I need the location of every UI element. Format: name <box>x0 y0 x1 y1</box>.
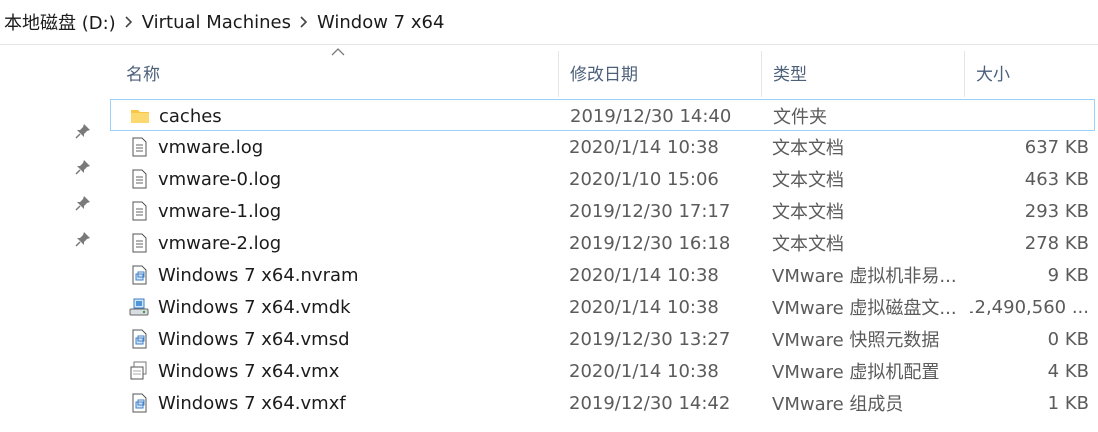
file-name: Windows 7 x64.vmxf <box>158 392 346 414</box>
file-name: Windows 7 x64.nvram <box>158 264 359 286</box>
file-date: 2020/1/14 10:38 <box>569 136 719 158</box>
file-type: 文件夹 <box>773 107 827 128</box>
text-file-icon <box>128 232 150 254</box>
breadcrumb: 本地磁盘 (D:) Virtual Machines Window 7 x64 <box>0 0 1098 45</box>
file-row[interactable]: Windows 7 x64.nvram 2020/1/14 10:38 VMwa… <box>110 259 1098 291</box>
file-date: 2020/1/14 10:38 <box>569 264 719 286</box>
file-row[interactable]: Windows 7 x64.vmxf 2019/12/30 14:42 VMwa… <box>110 387 1098 419</box>
text-file-icon <box>128 136 150 158</box>
file-size: 463 KB <box>1024 168 1089 190</box>
column-header-size[interactable]: 大小 <box>964 45 1098 99</box>
file-type: VMware 虚拟机配置 <box>772 362 940 383</box>
vmware-config-icon <box>128 360 150 382</box>
file-date: 2020/1/14 10:38 <box>569 360 719 382</box>
file-type: VMware 虚拟机非易... <box>772 266 957 287</box>
file-type: 文本文档 <box>772 202 844 223</box>
vmware-file-icon <box>128 264 150 286</box>
file-row[interactable]: Windows 7 x64.vmx 2020/1/14 10:38 VMware… <box>110 355 1098 387</box>
file-date: 2020/1/10 15:06 <box>569 168 719 190</box>
file-name: vmware-0.log <box>158 168 282 190</box>
breadcrumb-item-window7[interactable]: Window 7 x64 <box>315 12 446 33</box>
file-type: VMware 虚拟磁盘文... <box>772 298 957 319</box>
file-date: 2020/1/14 10:38 <box>569 296 719 318</box>
pin-icon[interactable] <box>70 226 96 252</box>
file-size: 278 KB <box>1024 232 1089 254</box>
file-name: Windows 7 x64.vmdk <box>158 296 351 318</box>
file-size <box>971 100 1090 132</box>
file-date: 2019/12/30 16:18 <box>569 232 731 254</box>
breadcrumb-item-virtual-machines[interactable]: Virtual Machines <box>140 12 293 33</box>
file-row[interactable]: caches 2019/12/30 14:40 文件夹 <box>110 99 1095 131</box>
file-date: 2019/12/30 17:17 <box>569 200 731 222</box>
pin-icon[interactable] <box>70 154 96 180</box>
file-name: caches <box>159 105 222 127</box>
file-size: 293 KB <box>1024 200 1089 222</box>
file-row[interactable]: vmware-1.log 2019/12/30 17:17 文本文档 293 K… <box>110 195 1098 227</box>
file-type: 文本文档 <box>772 138 844 159</box>
file-name: vmware-1.log <box>158 200 282 222</box>
vmware-file-icon <box>128 392 150 414</box>
file-date: 2019/12/30 14:42 <box>569 392 731 414</box>
breadcrumb-item-drive[interactable]: 本地磁盘 (D:) <box>2 9 118 35</box>
file-type: VMware 快照元数据 <box>772 330 940 351</box>
file-name: vmware.log <box>158 136 264 158</box>
file-size: 637 KB <box>1024 136 1089 158</box>
chevron-right-icon[interactable] <box>118 16 140 28</box>
file-size: 1 KB <box>1047 392 1089 414</box>
file-row[interactable]: vmware-2.log 2019/12/30 16:18 文本文档 278 K… <box>110 227 1098 259</box>
vmware-file-icon <box>128 328 150 350</box>
vmware-disk-icon <box>128 296 150 318</box>
file-type: 文本文档 <box>772 170 844 191</box>
file-type: VMware 组成员 <box>772 394 904 415</box>
file-size: 0 KB <box>1047 328 1089 350</box>
chevron-right-icon[interactable] <box>293 16 315 28</box>
file-row[interactable]: Windows 7 x64.vmsd 2019/12/30 13:27 VMwa… <box>110 323 1098 355</box>
file-date: 2019/12/30 14:40 <box>570 105 732 127</box>
file-row[interactable]: vmware.log 2020/1/14 10:38 文本文档 637 KB <box>110 131 1098 163</box>
folder-icon <box>129 105 151 127</box>
file-size: 9 KB <box>1047 264 1089 286</box>
file-name: Windows 7 x64.vmsd <box>158 328 350 350</box>
column-header-date[interactable]: 修改日期 <box>558 45 761 99</box>
pin-icon[interactable] <box>70 190 96 216</box>
file-row[interactable]: Windows 7 x64.vmdk 2020/1/14 10:38 VMwar… <box>110 291 1098 323</box>
text-file-icon <box>128 168 150 190</box>
file-name: Windows 7 x64.vmx <box>158 360 340 382</box>
file-row[interactable]: vmware-0.log 2020/1/10 15:06 文本文档 463 KB <box>110 163 1098 195</box>
file-size: 4 KB <box>1047 360 1089 382</box>
pin-icon[interactable] <box>70 118 96 144</box>
file-date: 2019/12/30 13:27 <box>569 328 731 350</box>
text-file-icon <box>128 200 150 222</box>
column-header: 名称 修改日期 类型 大小 <box>110 45 1098 99</box>
column-header-type[interactable]: 类型 <box>761 45 964 99</box>
file-name: vmware-2.log <box>158 232 282 254</box>
column-header-name[interactable]: 名称 <box>114 45 558 99</box>
file-type: 文本文档 <box>772 234 844 255</box>
file-size: 12,490,560 ... <box>970 296 1089 318</box>
